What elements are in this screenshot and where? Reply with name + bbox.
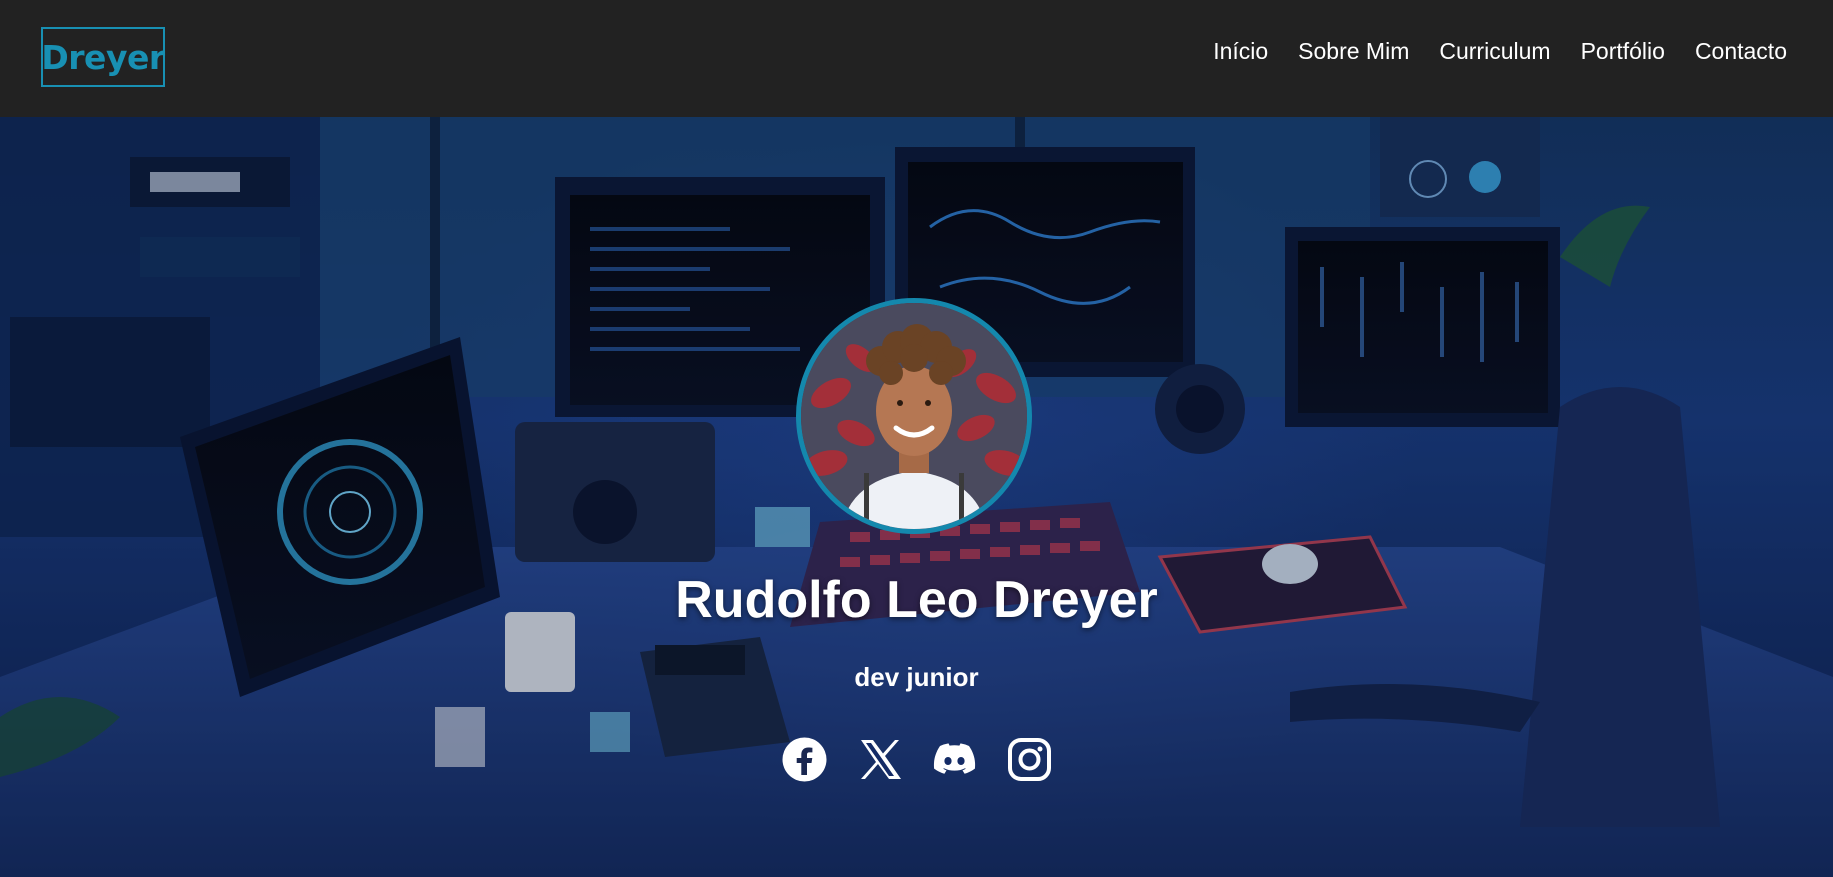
nav-link-portfolio[interactable]: Portfólio (1581, 38, 1665, 65)
x-icon (860, 740, 901, 779)
discord-link[interactable] (932, 737, 977, 782)
profile-photo (801, 303, 1027, 529)
facebook-link[interactable] (782, 737, 827, 782)
hero-name: Rudolfo Leo Dreyer (675, 571, 1158, 629)
nav-menu: Início Sobre Mim Curriculum Portfólio Co… (1213, 38, 1787, 65)
facebook-icon (782, 737, 826, 782)
hero-section: Rudolfo Leo Dreyer dev junior (0, 117, 1833, 877)
nav-link-curriculum[interactable]: Curriculum (1439, 38, 1550, 65)
nav-link-sobre-mim[interactable]: Sobre Mim (1298, 38, 1409, 65)
nav-link-contacto[interactable]: Contacto (1695, 38, 1787, 65)
profile-avatar (796, 298, 1032, 534)
hero-role: dev junior (854, 662, 979, 692)
instagram-icon (1007, 738, 1051, 781)
logo[interactable]: Dreyer (41, 27, 165, 87)
nav-link-inicio[interactable]: Início (1213, 38, 1268, 65)
discord-icon (933, 743, 975, 774)
instagram-link[interactable] (1007, 737, 1052, 782)
navbar: Dreyer Início Sobre Mim Curriculum Portf… (0, 0, 1833, 117)
social-links (0, 737, 1833, 782)
x-link[interactable] (857, 737, 902, 782)
